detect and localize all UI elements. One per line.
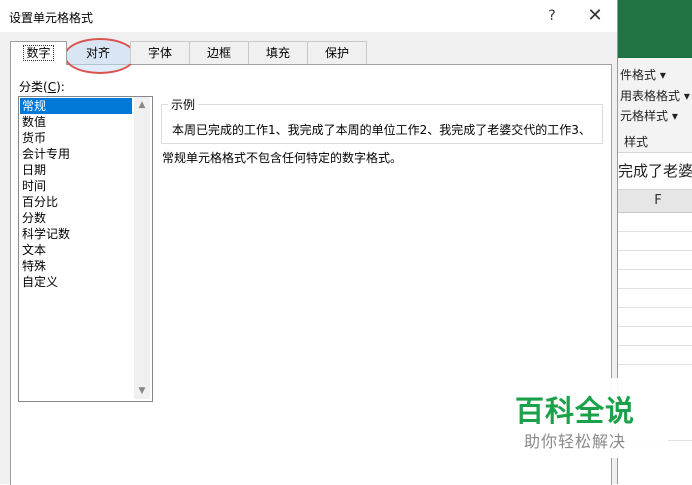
category-item[interactable]: 货币 [20,130,132,146]
tab-protection[interactable]: 保护 [307,41,367,64]
category-list: 常规 数值 货币 会计专用 日期 时间 百分比 分数 科学记数 文本 特殊 自定义 [20,98,132,290]
conditional-format-button[interactable]: 件格式 ▾ [620,66,666,83]
category-item[interactable]: 分数 [20,210,132,226]
tab-alignment[interactable]: 对齐 [66,41,130,64]
close-icon[interactable]: ✕ [583,4,607,28]
grid-line [618,326,692,327]
category-item[interactable]: 百分比 [20,194,132,210]
column-header-f[interactable]: F [628,193,688,208]
formula-bar-text: 完成了老婆 [618,162,692,180]
category-label: 分类(C): [19,80,65,94]
scroll-up-icon[interactable]: ▲ [134,97,150,113]
grid-line [618,288,692,289]
grid-line [618,269,692,270]
category-item[interactable]: 文本 [20,242,132,258]
tab-number[interactable]: 数字 [10,41,67,65]
styles-group-label: 样式 [624,135,649,149]
category-item[interactable]: 特殊 [20,258,132,274]
format-description: 常规单元格格式不包含任何特定的数字格式。 [162,151,403,165]
scroll-down-icon[interactable]: ▼ [134,383,150,399]
grid-line [618,250,692,251]
category-item[interactable]: 数值 [20,114,132,130]
dialog-title: 设置单元格格式 [9,11,94,25]
category-item[interactable]: 常规 [20,98,132,114]
format-as-table-button[interactable]: 用表格格式 ▾ [620,87,690,104]
watermark-title: 百科全说 [515,394,636,428]
category-item[interactable]: 时间 [20,178,132,194]
category-item[interactable]: 会计专用 [20,146,132,162]
sample-label: 示例 [168,96,199,113]
grid-line [618,307,692,308]
category-item[interactable]: 科学记数 [20,226,132,242]
grid-line [618,231,692,232]
watermark-subtitle: 助你轻松解决 [524,432,627,451]
tab-font[interactable]: 字体 [130,41,190,64]
listbox-scrollbar[interactable] [134,97,150,399]
tab-border[interactable]: 边框 [189,41,249,64]
category-item[interactable]: 日期 [20,162,132,178]
tab-fill[interactable]: 填充 [248,41,308,64]
category-item[interactable]: 自定义 [20,274,132,290]
grid-line [618,345,692,346]
grid-line [618,364,692,365]
help-button[interactable]: ? [540,4,564,28]
cell-styles-button[interactable]: 元格样式 ▾ [620,107,678,124]
excel-ribbon-header [618,0,692,58]
sample-text: 本周已完成的工作1、我完成了本周的单位工作2、我完成了老婆交代的工作3、 [172,123,591,137]
